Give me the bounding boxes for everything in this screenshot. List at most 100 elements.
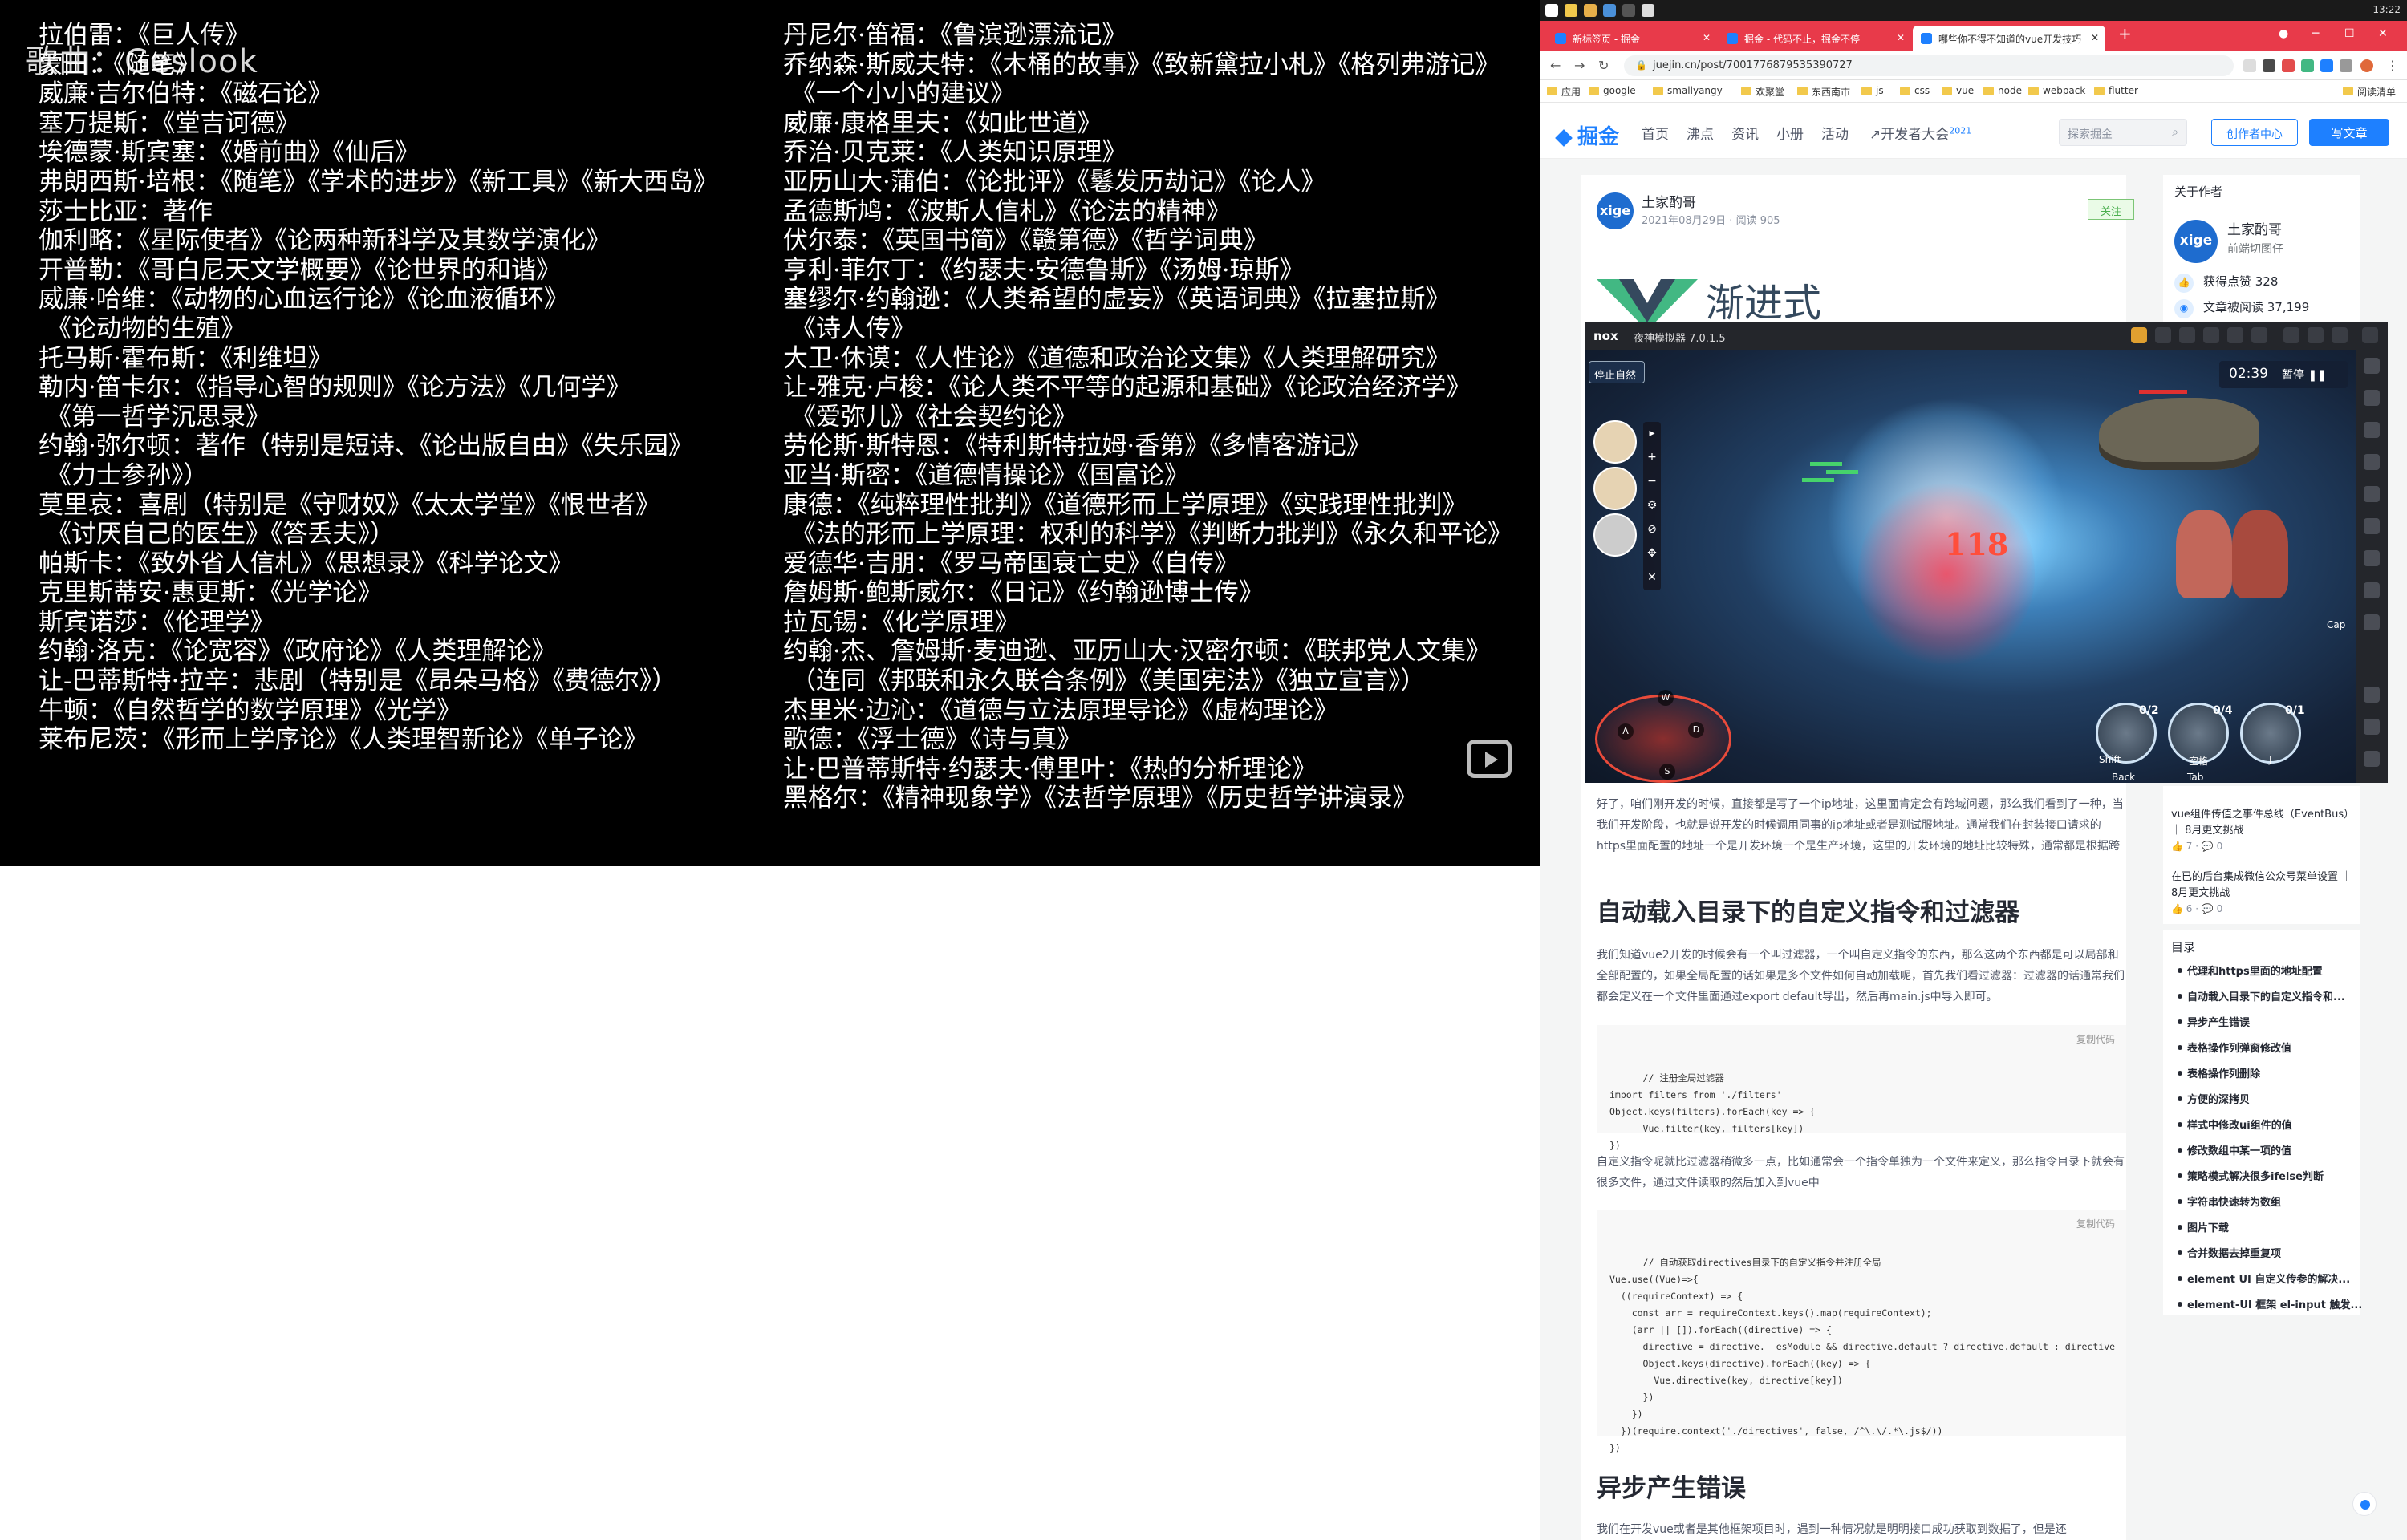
copy-code-button[interactable]: 复制代码 [2076, 1216, 2115, 1233]
play-icon[interactable]: ▸ [1643, 422, 1661, 446]
toc-item[interactable]: 图片下载 [2178, 1219, 2229, 1234]
close-icon[interactable]: ✕ [1643, 566, 1661, 590]
close-tab-icon[interactable]: ✕ [1703, 32, 1711, 43]
app-taskbar-icon[interactable] [1603, 4, 1616, 17]
bookmark-item[interactable]: smallyangy [1653, 85, 1723, 96]
related-article-link[interactable]: 在已的后台集成微信公众号菜单设置 ｜ 8月更文挑战 [2171, 869, 2352, 902]
game-screen[interactable]: 停止自然 02:39 暂停 ❚❚ 118 ▸ + − ⚙ ⊘ ✥ ✕ W A D… [1585, 350, 2356, 783]
nav-books[interactable]: 小册 [1776, 123, 1804, 143]
nav-devconf[interactable]: ↗开发者大会2021 [1869, 123, 1971, 143]
hide-icon[interactable]: ⊘ [1643, 518, 1661, 542]
video-player[interactable]: 拉伯雷：《巨人传》 蒙田：《随笔》 威廉·吉尔伯特：《磁石论》 塞万提斯：《堂吉诃德》… [0, 0, 1540, 866]
more-icon[interactable] [2364, 614, 2380, 630]
search-icon[interactable]: ⌕ [2172, 126, 2178, 139]
nox-minimize-icon[interactable] [2283, 327, 2299, 343]
toc-item[interactable]: 自动载入目录下的自定义指令和... [2178, 988, 2345, 1003]
multi-window-icon[interactable] [2364, 550, 2380, 566]
bookmark-item[interactable]: node [1983, 85, 2022, 96]
related-article-link[interactable]: vue组件传值之事件总线（EventBus）｜ 8月更文挑战 [2171, 807, 2352, 839]
move-icon[interactable]: ✥ [1643, 542, 1661, 566]
keyboard-icon[interactable] [2364, 390, 2380, 406]
add-icon[interactable]: + [1643, 446, 1661, 470]
maximize-window-icon[interactable]: ☐ [2344, 27, 2355, 40]
home-icon[interactable] [2364, 719, 2380, 735]
author-avatar[interactable]: xige [1597, 192, 1634, 229]
extension-icon-1[interactable] [2263, 59, 2275, 72]
bookmark-item[interactable]: google [1589, 85, 1636, 96]
screen-icon[interactable] [2364, 486, 2380, 502]
search-input[interactable]: 探索掘金 ⌕ [2059, 119, 2187, 146]
forward-arrow-icon[interactable]: → [1574, 58, 1585, 73]
copy-code-button[interactable]: 复制代码 [2076, 1031, 2115, 1048]
sidebar-author-name[interactable]: 土家酌哥 [2227, 218, 2282, 238]
minimize-window-icon[interactable]: ─ [2312, 27, 2319, 40]
nox-maximize-icon[interactable] [2308, 327, 2324, 343]
address-bar[interactable]: 🔒 juejin.cn/post/7001776879535390727 [1624, 55, 2234, 76]
profile-icon[interactable]: ● [2279, 27, 2288, 40]
minus-icon[interactable]: − [1643, 470, 1661, 494]
toc-item[interactable]: 样式中修改ui组件的值 [2178, 1116, 2292, 1132]
bookmark-item[interactable]: css [1900, 85, 1930, 96]
nav-events[interactable]: 活动 [1821, 123, 1849, 143]
nox-toolbar-icon-3[interactable] [2179, 327, 2195, 343]
install-apk-icon[interactable] [2364, 518, 2380, 534]
feedback-float-button[interactable] [2352, 1492, 2377, 1516]
close-tab-icon[interactable]: ✕ [2091, 32, 2099, 43]
toc-item[interactable]: 表格操作列删除 [2178, 1065, 2260, 1080]
nox-close-icon[interactable] [2332, 327, 2348, 343]
toc-item[interactable]: 异步产生错误 [2178, 1014, 2250, 1029]
user-avatar-icon[interactable] [2360, 59, 2373, 72]
scissors-icon[interactable] [2364, 582, 2380, 598]
nox-taskbar-icon[interactable] [1642, 4, 1654, 17]
toc-item[interactable]: 代理和https里面的地址配置 [2178, 962, 2323, 978]
bookmark-item[interactable]: 阅读清单 [2343, 85, 2396, 99]
nox-toolbar-icon-1[interactable] [2131, 327, 2147, 343]
toc-item[interactable]: 修改数组中某一项的值 [2178, 1142, 2291, 1157]
bookmark-star-icon[interactable] [2243, 59, 2256, 72]
sidebar-author-avatar[interactable]: xige [2174, 220, 2218, 263]
toc-item[interactable]: 字符串快速转为数组 [2178, 1194, 2281, 1209]
bookmark-item[interactable]: vue [1942, 85, 1974, 96]
extension-icon-2[interactable] [2282, 59, 2295, 72]
terminal-taskbar-icon[interactable] [1622, 4, 1635, 17]
bookmark-item[interactable]: 应用 [1547, 85, 1581, 99]
tab-juejin-home[interactable]: 掘金 - 代码不止，掘金不停 ✕ [1719, 26, 1911, 51]
author-name[interactable]: 土家酌哥 [1642, 191, 1696, 211]
toc-item[interactable]: element-UI 框架 el-input 触发... [2178, 1296, 2362, 1311]
close-tab-icon[interactable]: ✕ [1897, 32, 1905, 43]
nox-toolbar-icon-2[interactable] [2155, 327, 2171, 343]
chrome-taskbar-icon[interactable] [1584, 4, 1597, 17]
extension-icon-4[interactable] [2320, 59, 2333, 72]
nox-settings-icon[interactable] [2251, 327, 2267, 343]
browser-menu-icon[interactable]: ⋮ [2386, 58, 2399, 73]
extension-icon-3[interactable] [2301, 59, 2314, 72]
file-explorer-icon[interactable] [1565, 4, 1577, 17]
toc-item[interactable]: 表格操作列弹窗修改值 [2178, 1040, 2291, 1055]
toc-item[interactable]: element UI 自定义传参的解决... [2178, 1270, 2350, 1286]
bookmark-item[interactable]: webpack [2028, 85, 2085, 96]
close-window-icon[interactable]: ✕ [2378, 27, 2388, 40]
stop-auto-button[interactable]: 停止自然 [1589, 361, 1645, 383]
fullscreen-icon[interactable] [2364, 358, 2380, 374]
volume-down-icon[interactable] [2364, 454, 2380, 470]
volume-up-icon[interactable] [2364, 422, 2380, 438]
bookmark-item[interactable]: 东西南市 [1797, 85, 1850, 99]
pause-button[interactable]: 暂停 ❚❚ [2282, 367, 2327, 383]
nav-pins[interactable]: 沸点 [1687, 123, 1714, 143]
toc-item[interactable]: 策略模式解决很多ifelse判断 [2178, 1168, 2324, 1183]
extensions-puzzle-icon[interactable] [2340, 59, 2352, 72]
bookmark-item[interactable]: 欢聚堂 [1741, 85, 1784, 99]
creator-center-button[interactable]: 创作者中心 [2211, 119, 2298, 146]
nav-home[interactable]: 首页 [1642, 123, 1669, 143]
nox-toolbar-icon-4[interactable] [2203, 327, 2219, 343]
windows-start-icon[interactable] [1545, 4, 1558, 17]
gear-icon[interactable]: ⚙ [1643, 494, 1661, 518]
toc-item[interactable]: 方便的深拷贝 [2178, 1091, 2250, 1106]
follow-button[interactable]: 关注 [2088, 199, 2134, 220]
tab-new-tab[interactable]: 新标签页 - 掘金 ✕ [1547, 26, 1717, 51]
tab-vue-tips[interactable]: 哪些你不得不知道的vue开发技巧 ✕ [1913, 26, 2105, 51]
bookmark-item[interactable]: js [1861, 85, 1884, 96]
back-icon[interactable] [2364, 687, 2380, 703]
nav-news[interactable]: 资讯 [1731, 123, 1759, 143]
juejin-logo[interactable]: 掘金 [1555, 120, 1619, 150]
